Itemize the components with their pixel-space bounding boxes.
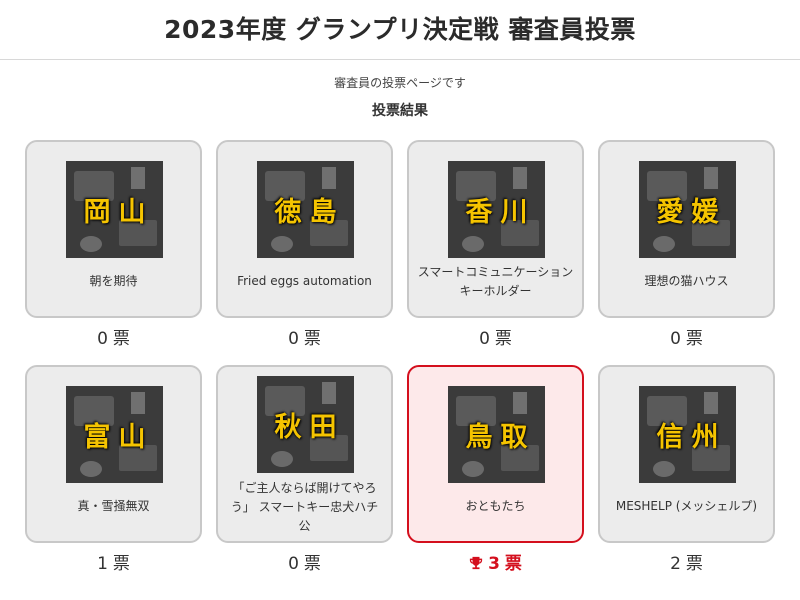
vote-unit: 票 — [303, 554, 321, 574]
vote-number: 1 — [97, 554, 108, 574]
vote-count: 0票 — [598, 327, 775, 351]
entry-title: 朝を期待 — [89, 274, 138, 288]
entry-card-shinshu[interactable]: 信州 MESHELP (メッシェルプ) — [598, 365, 775, 543]
vote-unit: 票 — [494, 329, 512, 349]
vote-unit: 票 — [112, 554, 130, 574]
vote-unit: 票 — [504, 554, 522, 574]
entry-photo: 信州 — [639, 386, 736, 483]
entry-card-tottori-winner[interactable]: 鳥取 おともたち — [407, 365, 584, 543]
vote-number: 0 — [288, 554, 299, 574]
vote-number: 3 — [488, 554, 500, 574]
entry-photo: 富山 — [66, 386, 163, 483]
vote-unit: 票 — [685, 554, 703, 574]
trophy-icon — [469, 556, 483, 570]
vote-number: 0 — [288, 329, 299, 349]
vote-unit: 票 — [112, 329, 130, 349]
entry-card-ehime[interactable]: 愛媛 理想の猫ハウス — [598, 140, 775, 318]
vote-number: 0 — [97, 329, 108, 349]
entry-title: 理想の猫ハウス — [644, 274, 729, 288]
prefecture-name: 秋田 — [274, 412, 345, 443]
prefecture-name: 富山 — [83, 422, 154, 453]
prefecture-name: 徳島 — [274, 197, 345, 228]
vote-count: 2票 — [598, 552, 775, 576]
entries-grid: 岡山 朝を期待 0票 徳島 Fried eggs automation 0票 香… — [0, 0, 800, 600]
vote-unit: 票 — [685, 329, 703, 349]
prefecture-name: 鳥取 — [465, 422, 536, 453]
entry-title: 「ご主人ならば開けてやろう」 スマートキー忠犬ハチ公 — [230, 481, 379, 533]
vote-count: 0票 — [216, 327, 393, 351]
entry-title: Fried eggs automation — [237, 274, 372, 288]
vote-count: 0票 — [25, 327, 202, 351]
entry-photo: 愛媛 — [639, 161, 736, 258]
vote-count: 0票 — [407, 327, 584, 351]
entry-title: MESHELP (メッシェルプ) — [615, 499, 758, 513]
prefecture-name: 愛媛 — [656, 197, 727, 228]
vote-count: 0票 — [216, 552, 393, 576]
prefecture-name: 信州 — [656, 422, 727, 453]
entry-card-tokushima[interactable]: 徳島 Fried eggs automation — [216, 140, 393, 318]
vote-number: 0 — [479, 329, 490, 349]
entry-photo: 徳島 — [257, 161, 354, 258]
vote-number: 0 — [670, 329, 681, 349]
vote-number: 2 — [670, 554, 681, 574]
entry-card-kagawa[interactable]: 香川 スマートコミュニケーションキーホルダー — [407, 140, 584, 318]
entry-card-akita[interactable]: 秋田 「ご主人ならば開けてやろう」 スマートキー忠犬ハチ公 — [216, 365, 393, 543]
entry-photo: 秋田 — [257, 376, 354, 473]
prefecture-name: 香川 — [465, 197, 536, 228]
entry-card-okayama[interactable]: 岡山 朝を期待 — [25, 140, 202, 318]
entry-title: おともたち — [465, 499, 526, 513]
entry-title: スマートコミュニケーションキーホルダー — [417, 265, 574, 298]
entry-photo: 香川 — [448, 161, 545, 258]
vote-unit: 票 — [303, 329, 321, 349]
entry-photo: 岡山 — [66, 161, 163, 258]
entry-card-toyama[interactable]: 富山 真・雪掻無双 — [25, 365, 202, 543]
vote-count-winner: 3票 — [407, 552, 584, 576]
prefecture-name: 岡山 — [83, 197, 154, 228]
entry-title: 真・雪掻無双 — [77, 499, 150, 513]
vote-count: 1票 — [25, 552, 202, 576]
entry-photo: 鳥取 — [448, 386, 545, 483]
